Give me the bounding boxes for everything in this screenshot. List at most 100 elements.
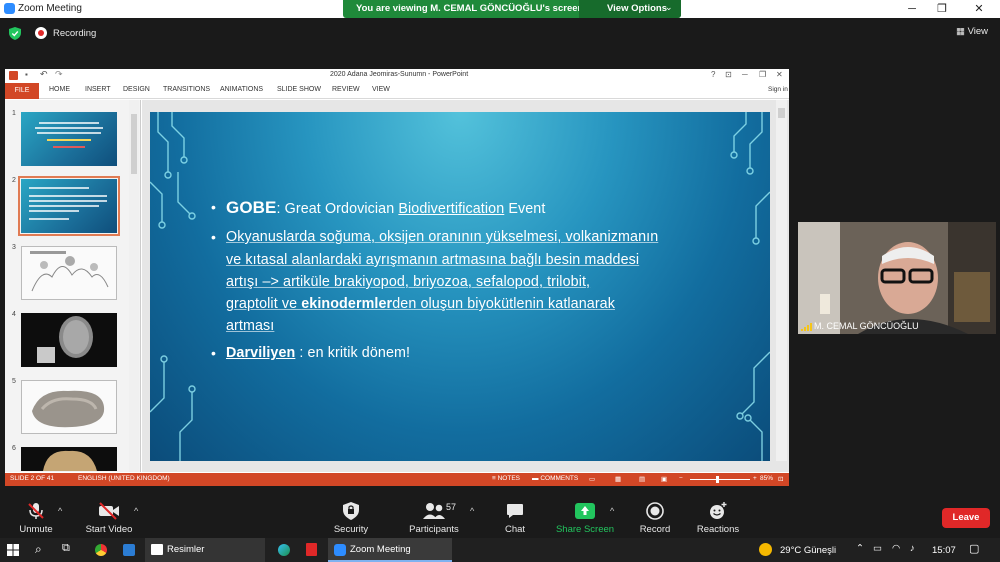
tab-transitions[interactable]: TRANSITIONS <box>163 86 210 93</box>
tab-insert[interactable]: INSERT <box>85 86 111 93</box>
start-video-button[interactable]: Start Video <box>82 502 136 535</box>
slide-thumbnail-1[interactable] <box>21 112 117 166</box>
share-options-chevron-icon[interactable]: ^ <box>610 506 614 516</box>
photos-icon[interactable] <box>123 544 135 556</box>
save-icon[interactable]: ▪ <box>25 70 28 79</box>
sign-in-link[interactable]: Sign in <box>768 86 788 93</box>
slide-thumbnail-5[interactable] <box>21 380 117 434</box>
wifi-icon[interactable]: ◠ <box>892 543 900 554</box>
powerpoint-logo-icon <box>9 71 18 80</box>
thumb-number: 5 <box>12 378 16 385</box>
ppt-minimize-icon[interactable]: ─ <box>742 70 748 79</box>
record-icon <box>646 502 664 520</box>
ekinodermler-term: ekinodermler <box>301 296 393 312</box>
slide-counter: SLIDE 2 OF 41 <box>10 475 55 482</box>
volume-icon[interactable]: ♪ <box>910 543 915 554</box>
acrobat-icon[interactable] <box>306 543 317 556</box>
thumbnails-scrollbar[interactable] <box>129 100 139 472</box>
bullet-2-line-1: Okyanuslarda soğuma, oksijen oranının yü… <box>226 229 659 245</box>
chat-label: Chat <box>504 524 526 535</box>
video-options-chevron-icon[interactable]: ^ <box>134 506 138 516</box>
security-button[interactable]: Security <box>330 502 372 535</box>
comments-button[interactable]: ▬ COMMENTS <box>532 475 578 482</box>
undo-icon[interactable]: ↶ <box>40 69 48 80</box>
redo-icon[interactable]: ↷ <box>55 69 63 80</box>
help-icon[interactable]: ? <box>711 70 715 79</box>
zoom-level[interactable]: 85% <box>760 475 773 482</box>
notifications-icon[interactable]: ▢ <box>969 542 979 555</box>
security-label: Security <box>333 524 369 535</box>
tab-animations[interactable]: ANIMATIONS <box>220 86 263 93</box>
tab-home[interactable]: HOME <box>49 86 70 93</box>
comment-icon: ▬ <box>532 475 539 482</box>
close-icon[interactable]: ✕ <box>972 2 986 16</box>
sun-weather-icon[interactable] <box>759 543 772 556</box>
search-icon[interactable]: ⌕ <box>35 542 42 557</box>
unmute-label: Unmute <box>19 524 53 535</box>
bullet-1-text: : Great Ordovician <box>276 201 399 217</box>
task-view-icon[interactable]: ⧉ <box>62 542 70 555</box>
ppt-restore-icon[interactable]: ❐ <box>759 70 766 79</box>
ribbon-display-icon[interactable]: ⊡ <box>725 70 732 79</box>
zoom-slider-thumb[interactable] <box>716 476 719 483</box>
taskbar-app-resimler[interactable]: Resimler <box>145 538 265 562</box>
restore-icon[interactable]: ❐ <box>935 2 949 16</box>
weather-status[interactable]: 29°C Güneşli <box>780 545 836 556</box>
language-status[interactable]: ENGLISH (UNITED KINGDOM) <box>78 475 170 482</box>
tab-review[interactable]: REVIEW <box>332 86 360 93</box>
windows-start-icon[interactable] <box>7 544 19 556</box>
chrome-icon[interactable] <box>95 544 107 556</box>
tab-slide-show[interactable]: SLIDE SHOW <box>277 86 321 93</box>
normal-view-icon[interactable]: ▭ <box>589 475 595 483</box>
ppt-close-icon[interactable]: ✕ <box>776 70 783 79</box>
tray-expand-chevron-icon[interactable]: ⌃ <box>856 543 864 554</box>
slide-thumbnail-3[interactable] <box>21 246 117 300</box>
photos-app-icon <box>151 544 163 555</box>
bullet-1: GOBE: Great Ordovician Biodivertificatio… <box>226 198 545 218</box>
participants-button[interactable]: 57 Participants <box>405 502 463 535</box>
slide-thumbnail-4[interactable] <box>21 313 117 367</box>
zoom-in-icon[interactable]: + <box>753 475 757 482</box>
zoom-logo-icon <box>4 3 15 14</box>
slide-thumbnail-6[interactable] <box>21 447 117 471</box>
battery-icon[interactable]: ▭ <box>873 543 882 554</box>
clock[interactable]: 15:07 <box>932 545 956 556</box>
slide-thumbnail-2[interactable] <box>18 176 120 236</box>
audio-options-chevron-icon[interactable]: ^ <box>58 506 62 516</box>
ppt-status-bar: SLIDE 2 OF 41 ENGLISH (UNITED KINGDOM) ≡… <box>5 473 789 486</box>
edge-icon[interactable] <box>278 544 290 556</box>
zoom-out-icon[interactable]: − <box>679 475 683 482</box>
tab-file[interactable]: FILE <box>5 83 39 99</box>
tab-design[interactable]: DESIGN <box>123 86 150 93</box>
participant-video-tile[interactable] <box>798 222 996 334</box>
window-title: Zoom Meeting <box>18 3 82 14</box>
bullet-2-line-4: graptolit ve ekinodermlerden oluşun biyo… <box>226 296 615 312</box>
bullet-3: Darviliyen : en kritik dönem! <box>226 345 410 361</box>
view-button[interactable]: ▦ View <box>956 26 988 37</box>
recording-status: Recording <box>53 28 97 39</box>
bullet-2-line-5: artması <box>226 318 275 334</box>
reactions-button[interactable]: Reactions <box>693 502 743 535</box>
view-options-button[interactable]: View Options ⌄ <box>579 0 681 18</box>
zoom-slider[interactable] <box>690 476 750 483</box>
taskbar-app-zoom-meeting[interactable]: Zoom Meeting <box>328 538 452 562</box>
slide-sorter-icon[interactable]: ▦ <box>615 475 621 483</box>
fit-slide-icon[interactable]: ⊡ <box>778 475 783 483</box>
slide-scrollbar[interactable] <box>776 100 787 461</box>
security-shield-icon[interactable] <box>9 27 21 40</box>
slideshow-view-icon[interactable]: ▣ <box>661 475 667 483</box>
minimize-icon[interactable]: ─ <box>905 2 919 16</box>
reading-view-icon[interactable]: ▤ <box>639 475 645 483</box>
share-screen-label: Share Screen <box>555 524 615 535</box>
notes-button[interactable]: ≡ NOTES <box>492 475 520 482</box>
participants-chevron-icon[interactable]: ^ <box>470 506 474 516</box>
leave-button[interactable]: Leave <box>942 508 990 528</box>
share-screen-button[interactable]: Share Screen <box>553 502 617 535</box>
record-button[interactable]: Record <box>636 502 674 535</box>
tab-view[interactable]: VIEW <box>372 86 390 93</box>
unmute-button[interactable]: Unmute <box>13 502 59 535</box>
current-slide[interactable]: • GOBE: Great Ordovician Biodivertificat… <box>150 112 770 461</box>
bullet-dot: • <box>211 199 216 215</box>
chat-button[interactable]: Chat <box>498 502 532 535</box>
participant-name: M. CEMAL GÖNCÜOĞLU <box>814 321 919 331</box>
